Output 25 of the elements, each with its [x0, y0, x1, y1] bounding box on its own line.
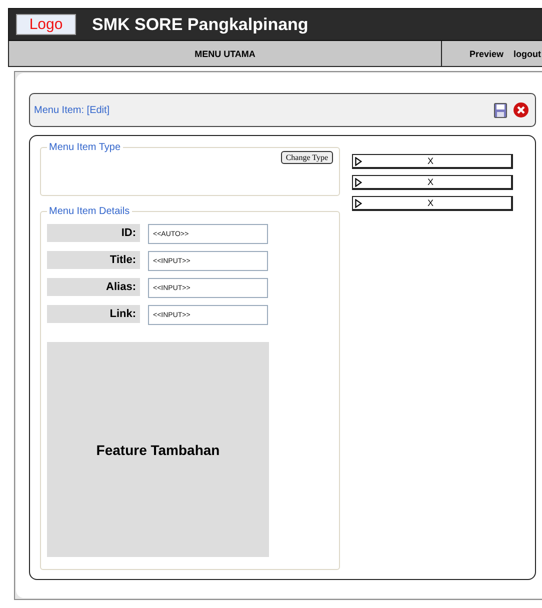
field-label: ID:	[47, 224, 140, 242]
collapsible-panel[interactable]: X	[352, 175, 513, 190]
feature-area: Feature Tambahan	[47, 342, 269, 557]
collapsible-panel[interactable]: X	[352, 154, 513, 169]
nav-link[interactable]: logout	[514, 48, 541, 58]
toolbar-title: Menu Item: [Edit]	[34, 104, 111, 116]
logo: Logo	[16, 14, 76, 35]
main-menu-label[interactable]: MENU UTAMA	[9, 41, 441, 66]
triangle-icon	[355, 198, 362, 208]
close-icon[interactable]	[513, 102, 529, 118]
section-legend: Menu Item Type	[47, 142, 123, 153]
field-label: Alias:	[47, 278, 140, 296]
nav-link[interactable]: Preview	[469, 48, 504, 58]
collapsible-panel[interactable]: X	[352, 196, 513, 211]
triangle-icon	[355, 156, 362, 166]
field-label: Title:	[47, 251, 140, 269]
panel-label: X	[426, 198, 434, 208]
section-legend: Menu Item Details	[47, 206, 132, 217]
triangle-icon	[355, 178, 362, 186]
field-label: Link:	[47, 305, 140, 323]
panel-label: X	[426, 177, 434, 187]
save-icon[interactable]	[494, 102, 507, 118]
panel-label: X	[426, 156, 434, 166]
site-title: SMK SORE Pangkalpinang	[92, 14, 308, 34]
change-type-button[interactable]: Change Type	[280, 151, 333, 164]
